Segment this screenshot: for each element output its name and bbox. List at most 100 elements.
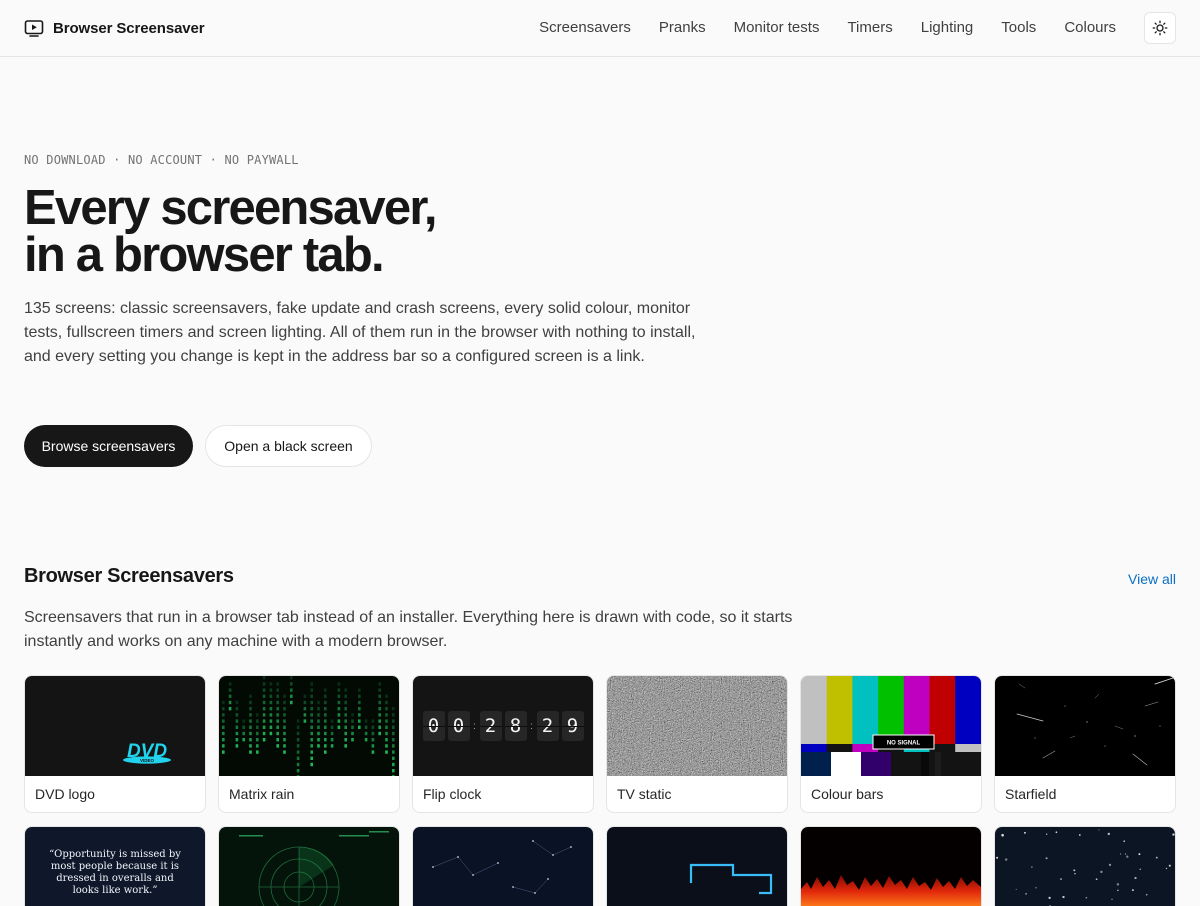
- snow-flake: [1134, 876, 1137, 880]
- matrix-glyph: [364, 731, 368, 736]
- starfield-streaks: [1016, 677, 1174, 766]
- snow-flake: [1145, 893, 1148, 896]
- radar-thumbnail: [219, 827, 399, 906]
- snow-flake: [1107, 832, 1110, 836]
- matrix-glyph: [262, 682, 266, 686]
- view-all-link[interactable]: View all: [1128, 571, 1176, 587]
- matrix-glyph: [324, 713, 327, 717]
- nav-timers[interactable]: Timers: [847, 18, 892, 38]
- brand-link[interactable]: Browser Screensaver: [24, 17, 205, 39]
- tv-play-icon: [24, 20, 44, 37]
- matrix-glyph: [310, 713, 313, 717]
- snow-flake: [1035, 887, 1037, 889]
- browse-screensavers-button[interactable]: Browse screensavers: [24, 425, 193, 467]
- matrix-glyph: [242, 731, 245, 736]
- snow-flake: [1055, 831, 1058, 834]
- nav-tools[interactable]: Tools: [1001, 18, 1036, 38]
- matrix-glyph: [378, 688, 381, 692]
- card-constellations[interactable]: [412, 826, 594, 906]
- matrix-glyph: [235, 731, 239, 736]
- matrix-glyph: [249, 744, 252, 748]
- constellation-lines: [432, 840, 572, 894]
- snow-flake: [1023, 831, 1026, 834]
- matrix-glyph: [358, 688, 361, 692]
- snow-flake: [1165, 867, 1168, 870]
- matrix-glyph: [392, 725, 395, 729]
- matrix-glyph: [296, 769, 300, 773]
- matrix-glyph: [385, 713, 388, 717]
- matrix-glyph: [385, 694, 388, 698]
- hero-title-line-1: Every screensaver,: [24, 181, 438, 235]
- matrix-glyph: [317, 744, 320, 748]
- matrix-glyph: [249, 750, 252, 754]
- matrix-glyph: [378, 707, 381, 711]
- matrix-glyph: [249, 694, 252, 698]
- matrix-glyph: [303, 713, 307, 717]
- matrix-glyph: [392, 731, 395, 736]
- matrix-glyph: [262, 719, 266, 723]
- matrix-glyph: [358, 713, 361, 717]
- matrix-glyph: [283, 707, 286, 711]
- flip-digit: 8: [504, 711, 527, 741]
- matrix-glyph: [330, 719, 334, 723]
- hero-description: 135 screens: classic screensavers, fake …: [24, 300, 696, 365]
- matrix-glyph: [222, 738, 225, 742]
- matrix-glyph: [296, 762, 300, 767]
- nav-colours[interactable]: Colours: [1064, 18, 1116, 38]
- card-tv-static[interactable]: TV static: [606, 675, 788, 813]
- matrix-glyph: [222, 725, 225, 729]
- matrix-glyph: [358, 719, 361, 723]
- matrix-glyph: [283, 719, 286, 723]
- matrix-glyph: [276, 694, 279, 698]
- radar-sweep: [239, 831, 389, 906]
- nav-screensavers[interactable]: Screensavers: [539, 18, 631, 38]
- snow-thumbnail: [995, 827, 1175, 906]
- snow-flake: [1085, 896, 1088, 899]
- matrix-glyph: [283, 725, 286, 729]
- dvd-logo-subtext: VIDEO: [140, 758, 155, 763]
- matrix-glyph: [337, 719, 341, 723]
- card-radar[interactable]: [218, 826, 400, 906]
- flip-separator: :: [530, 720, 533, 732]
- matrix-glyph: [276, 744, 279, 748]
- card-snow[interactable]: [994, 826, 1176, 906]
- matrix-glyph: [283, 744, 286, 748]
- matrix-glyph: [283, 738, 286, 742]
- matrix-glyph: [283, 700, 286, 705]
- section-description: Screensavers that run in a browser tab i…: [24, 609, 793, 650]
- matrix-glyph: [269, 700, 273, 705]
- matrix-glyph: [296, 719, 300, 723]
- matrix-glyph: [344, 744, 347, 748]
- nav-lighting[interactable]: Lighting: [921, 18, 974, 38]
- snow-flake: [1131, 889, 1134, 892]
- nav-monitor-tests[interactable]: Monitor tests: [734, 18, 820, 38]
- snow-flake: [996, 856, 999, 859]
- matrix-glyph: [283, 731, 286, 736]
- constellations-thumbnail: [413, 827, 593, 906]
- matrix-glyph: [351, 738, 354, 742]
- matrix-glyph: [337, 707, 341, 711]
- matrix-glyph: [337, 713, 341, 717]
- card-colour-bars[interactable]: NO SIGNAL Colour bars: [800, 675, 982, 813]
- card-matrix-rain[interactable]: Matrix rain: [218, 675, 400, 813]
- matrix-glyph: [378, 700, 381, 705]
- card-fire[interactable]: [800, 826, 982, 906]
- matrix-glyph: [290, 700, 293, 705]
- brand-name: Browser Screensaver: [53, 19, 205, 37]
- top-navigation-bar: Browser Screensaver Screensavers Pranks …: [0, 0, 1200, 57]
- matrix-glyph: [317, 719, 320, 723]
- matrix-glyph: [235, 719, 239, 723]
- matrix-glyph: [385, 707, 388, 711]
- card-dvd-logo[interactable]: DVD VIDEO DVD logo: [24, 675, 206, 813]
- matrix-glyph: [392, 707, 395, 711]
- matrix-glyph: [262, 694, 266, 698]
- card-starfield[interactable]: Starfield: [994, 675, 1176, 813]
- theme-toggle-button[interactable]: [1144, 12, 1176, 44]
- nav-pranks[interactable]: Pranks: [659, 18, 706, 38]
- open-black-screen-button[interactable]: Open a black screen: [205, 425, 372, 467]
- card-quote[interactable]: “Opportunity is missed by most people be…: [24, 826, 206, 906]
- card-flip-clock[interactable]: 0 0 : 2 8 : 2 9 Flip clock: [412, 675, 594, 813]
- matrix-glyph: [228, 700, 232, 705]
- card-pipes[interactable]: [606, 826, 788, 906]
- matrix-glyph: [371, 750, 375, 754]
